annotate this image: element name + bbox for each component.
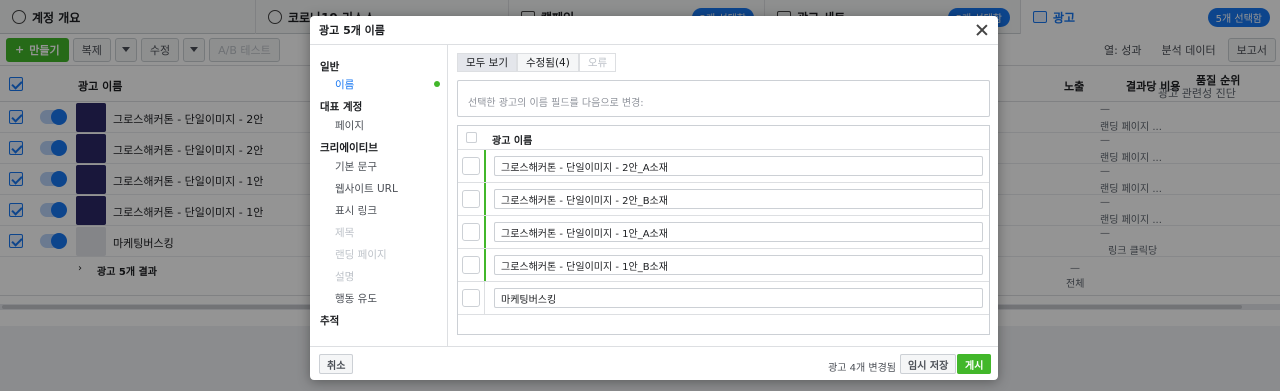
cancel-button[interactable]: 취소: [319, 354, 354, 374]
row-checkbox[interactable]: [462, 190, 480, 208]
dialog-footer: 취소 광고 4개 변경됨 임시 저장 게시: [310, 346, 998, 380]
ad-name-field[interactable]: [494, 222, 983, 242]
filter-all-label: 모두 보기: [466, 57, 508, 69]
table-row: [458, 249, 989, 282]
nav-item-display-link[interactable]: 표시 링크: [335, 203, 377, 218]
row-divider: [484, 282, 485, 314]
filter-all-button[interactable]: 모두 보기: [457, 53, 517, 72]
modified-marker: [484, 150, 486, 182]
save-draft-button[interactable]: 임시 저장: [900, 354, 957, 374]
nav-item-landing-page[interactable]: 랜딩 페이지: [335, 247, 387, 262]
column-ad-name: 광고 이름: [492, 136, 533, 147]
filter-segmented-control: 모두 보기 수정됨(4) 오류: [457, 53, 617, 72]
ad-name-field[interactable]: [494, 288, 983, 308]
cancel-label: 취소: [327, 360, 346, 372]
table-row: [458, 282, 989, 315]
table-row: [458, 216, 989, 249]
filter-errors-button[interactable]: 오류: [578, 53, 617, 72]
ad-name-field[interactable]: [494, 156, 983, 176]
modified-dot-icon: [434, 81, 440, 87]
row-checkbox[interactable]: [462, 157, 480, 175]
row-checkbox[interactable]: [462, 256, 480, 274]
table-row: [458, 150, 989, 183]
publish-label: 게시: [965, 360, 984, 372]
modified-marker: [484, 216, 486, 248]
change-status: 광고 4개 변경됨: [828, 363, 896, 374]
nav-item-name[interactable]: 이름: [335, 77, 354, 92]
nav-item-primary-text[interactable]: 기본 문구: [335, 159, 377, 174]
name-editor: 모두 보기 수정됨(4) 오류 선택한 광고의 이름 필드를 다음으로 변경: …: [449, 45, 998, 346]
nav-item-page[interactable]: 페이지: [335, 118, 364, 133]
publish-button[interactable]: 게시: [957, 354, 992, 374]
nav-item-headline[interactable]: 제목: [335, 225, 354, 240]
bulk-name-placeholder: 선택한 광고의 이름 필드를 다음으로 변경:: [468, 98, 644, 109]
nav-section-creative: 크리에이티브: [320, 142, 378, 154]
nav-section-tracking: 추적: [320, 315, 340, 327]
save-draft-label: 임시 저장: [908, 360, 949, 372]
modified-marker: [484, 249, 486, 281]
nav-item-description[interactable]: 설명: [335, 269, 354, 284]
table-header: 광고 이름: [458, 126, 989, 150]
nav-item-cta[interactable]: 행동 유도: [335, 291, 377, 306]
ad-name-field[interactable]: [494, 189, 983, 209]
ad-name-field[interactable]: [494, 255, 983, 275]
close-icon[interactable]: [974, 22, 990, 38]
nav-section-general: 일반: [320, 61, 340, 73]
bulk-name-input[interactable]: 선택한 광고의 이름 필드를 다음으로 변경:: [457, 80, 990, 117]
dialog-header: 광고 5개 이름: [310, 16, 998, 45]
field-nav: 일반 이름 대표 계정 페이지 크리에이티브 기본 문구 웹사이트 URL 표시…: [310, 45, 448, 346]
nav-section-identity: 대표 계정: [320, 101, 363, 113]
modified-marker: [484, 183, 486, 215]
row-checkbox[interactable]: [462, 223, 480, 241]
filter-modified-label: 수정됨(4): [525, 57, 570, 69]
ad-names-table: 광고 이름: [457, 125, 990, 335]
select-all-checkbox[interactable]: [466, 132, 477, 143]
dialog-title: 광고 5개 이름: [319, 24, 385, 37]
nav-item-website-url[interactable]: 웹사이트 URL: [335, 181, 398, 196]
rename-ads-dialog: 광고 5개 이름 일반 이름 대표 계정 페이지 크리에이티브 기본 문구 웹사…: [310, 16, 998, 380]
filter-errors-label: 오류: [587, 57, 608, 69]
row-checkbox[interactable]: [462, 289, 480, 307]
table-row: [458, 183, 989, 216]
filter-modified-button[interactable]: 수정됨(4): [516, 53, 579, 72]
